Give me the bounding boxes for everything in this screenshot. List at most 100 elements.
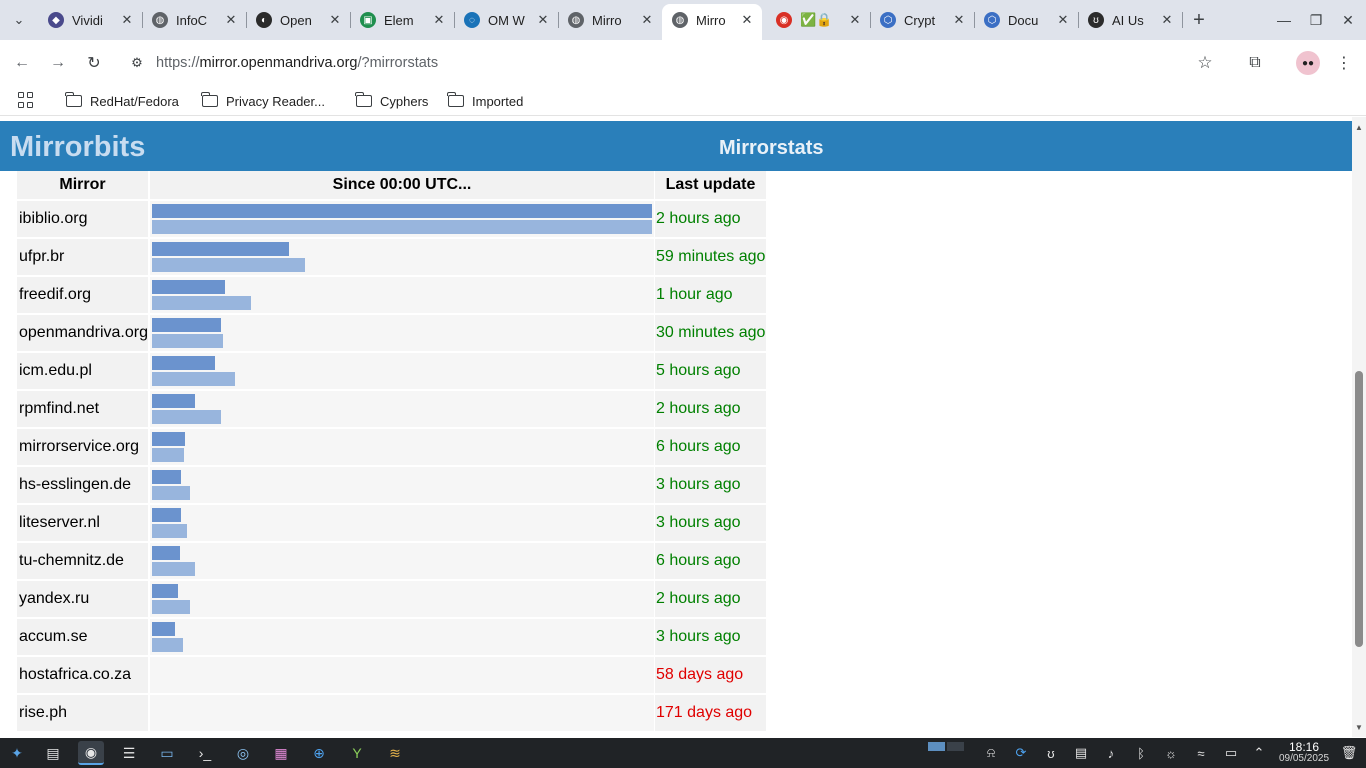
tab-search-chevron-icon[interactable]: ⌄ (8, 9, 30, 31)
page-scrollbar[interactable]: ▲ ▼ (1352, 117, 1366, 737)
launcher-icon[interactable]: ✦ (4, 741, 30, 765)
bookmark-folder-privacy-reader[interactable]: Privacy Reader... (201, 90, 325, 112)
tab-close-icon[interactable]: ✕ (222, 11, 240, 29)
usage-bars (150, 467, 654, 503)
browser-menu-icon[interactable]: ⋮ (1332, 51, 1356, 75)
tab-title: Docu (1008, 12, 1039, 28)
page-header: Mirrorbits Mirrorstats (0, 121, 1352, 171)
bookmark-folder-redhat[interactable]: RedHat/Fedora (65, 90, 179, 112)
table-row: mirrorservice.org 6 hours ago (17, 429, 767, 467)
bookmark-folder-cyphers[interactable]: Cyphers (355, 90, 428, 112)
tab-6[interactable]: ◍ Mirro ✕ (662, 4, 762, 40)
bookmark-star-icon[interactable]: ☆ (1194, 52, 1216, 74)
address-bar[interactable]: ⚙ https://mirror.openmandriva.org/?mirro… (116, 45, 1232, 81)
profile-avatar[interactable]: ●● (1296, 51, 1320, 75)
tab-title: ✅🔒 (800, 12, 833, 27)
bluetooth-icon[interactable]: ᛒ (1132, 744, 1150, 762)
trash-icon[interactable]: 🗑 (1340, 744, 1358, 762)
restore-icon[interactable]: ❐ (1304, 8, 1328, 32)
usage-bar-secondary (152, 562, 195, 576)
mirror-name: icm.edu.pl (17, 353, 148, 389)
last-update: 1 hour ago (655, 277, 766, 313)
scroll-down-arrow-icon[interactable]: ▼ (1355, 723, 1363, 732)
files-icon[interactable]: ▭ (154, 741, 180, 765)
mirror-name: rpmfind.net (17, 391, 148, 427)
tab-close-icon[interactable]: ✕ (1054, 11, 1072, 29)
back-arrow-icon[interactable]: ← (10, 51, 34, 75)
tab-close-icon[interactable]: ✕ (846, 11, 864, 29)
network-app-icon[interactable]: ⊕ (306, 741, 332, 765)
tab-7[interactable]: ◉ ✅🔒 ✕ (766, 6, 871, 34)
volume-icon[interactable]: ♪ (1102, 744, 1120, 762)
tab-3[interactable]: ▣ Elem ✕ (350, 6, 455, 34)
tab-2[interactable]: ◐ Open ✕ (246, 6, 351, 34)
terminal-icon[interactable]: ›_ (192, 741, 218, 765)
mirror-name: ibiblio.org (17, 201, 148, 237)
table-row: rise.ph 171 days ago (17, 695, 767, 733)
extensions-puzzle-icon[interactable]: ⧉ (1243, 51, 1267, 75)
sync-icon[interactable]: ⟳ (1012, 744, 1030, 762)
bookmark-folder-imported[interactable]: Imported (447, 90, 523, 112)
page-viewport: Mirrorbits Mirrorstats Mirror Since 00:0… (0, 117, 1352, 737)
folder-icon (201, 92, 218, 107)
brightness-icon[interactable]: ☼ (1162, 744, 1180, 762)
usage-bars (150, 543, 654, 579)
layers-icon[interactable]: ≋ (382, 741, 408, 765)
tab-title: Vividi (72, 12, 103, 28)
steam-icon[interactable]: ◎ (230, 741, 256, 765)
tab-close-icon[interactable]: ✕ (326, 11, 344, 29)
settings-panel-icon[interactable]: ☰ (116, 741, 142, 765)
usage-bar-secondary (152, 638, 183, 652)
usage-bar-secondary (152, 486, 190, 500)
minimize-icon[interactable]: — (1272, 8, 1296, 32)
forward-arrow-icon[interactable]: → (46, 51, 70, 75)
tab-5[interactable]: ◍ Mirro ✕ (558, 6, 663, 34)
tab-close-icon[interactable]: ✕ (118, 11, 136, 29)
battery-icon[interactable]: ▭ (1222, 744, 1240, 762)
apps-grid-icon[interactable] (18, 92, 34, 108)
usage-bar-secondary (152, 372, 235, 386)
url-text[interactable]: https://mirror.openmandriva.org/?mirrors… (156, 55, 438, 71)
tab-close-icon[interactable]: ✕ (1158, 11, 1176, 29)
app-y-icon[interactable]: Y (344, 741, 370, 765)
tab-title: Crypt (904, 12, 936, 28)
notifications-bell-icon[interactable]: ⍾ (982, 744, 1000, 762)
folder-icon (447, 92, 464, 107)
tab-close-icon[interactable]: ✕ (738, 11, 756, 29)
browser-taskbar-icon[interactable]: ◉ (78, 741, 104, 765)
tab-favicon-icon: ◐ (256, 12, 272, 28)
tab-10[interactable]: ʊ AI Us ✕ (1078, 6, 1183, 34)
tab-4[interactable]: ◌ OM W ✕ (454, 6, 559, 34)
kde-connect-icon[interactable]: ʊ (1042, 744, 1060, 762)
tab-9[interactable]: ⬡ Docu ✕ (974, 6, 1079, 34)
tray-expand-chevron-icon[interactable]: ⌃ (1250, 744, 1268, 762)
tab-1[interactable]: ◍ InfoC ✕ (142, 6, 247, 34)
tab-close-icon[interactable]: ✕ (534, 11, 552, 29)
usage-bar-primary (152, 470, 181, 484)
virtual-desktops[interactable] (928, 742, 964, 764)
wifi-icon[interactable]: ≈ (1192, 744, 1210, 762)
close-window-icon[interactable]: ✕ (1336, 8, 1360, 32)
tab-title: Elem (384, 12, 414, 28)
image-viewer-icon[interactable]: ▦ (268, 741, 294, 765)
usage-bar-primary (152, 394, 195, 408)
last-update: 3 hours ago (655, 505, 766, 541)
tab-title: Mirro (696, 12, 726, 28)
tab-close-icon[interactable]: ✕ (950, 11, 968, 29)
scroll-up-arrow-icon[interactable]: ▲ (1355, 123, 1363, 132)
usage-bars (150, 619, 654, 655)
tab-close-icon[interactable]: ✕ (430, 11, 448, 29)
scrollbar-thumb[interactable] (1355, 371, 1363, 647)
clock[interactable]: 18:16 09/05/2025 (1276, 741, 1332, 765)
clock-time: 18:16 (1288, 740, 1320, 754)
reload-icon[interactable]: ↻ (82, 51, 106, 75)
new-tab-plus-icon[interactable]: + (1188, 9, 1210, 31)
site-info-icon[interactable]: ⚙ (126, 52, 148, 74)
file-manager-icon[interactable]: ▤ (40, 741, 66, 765)
tab-0[interactable]: ◆ Vividi ✕ (38, 6, 143, 34)
tab-close-icon[interactable]: ✕ (638, 11, 656, 29)
clipboard-icon[interactable]: ▤ (1072, 744, 1090, 762)
tab-title: Open (280, 12, 312, 28)
tab-8[interactable]: ⬡ Crypt ✕ (870, 6, 975, 34)
mirror-name: hostafrica.co.za (17, 657, 148, 693)
